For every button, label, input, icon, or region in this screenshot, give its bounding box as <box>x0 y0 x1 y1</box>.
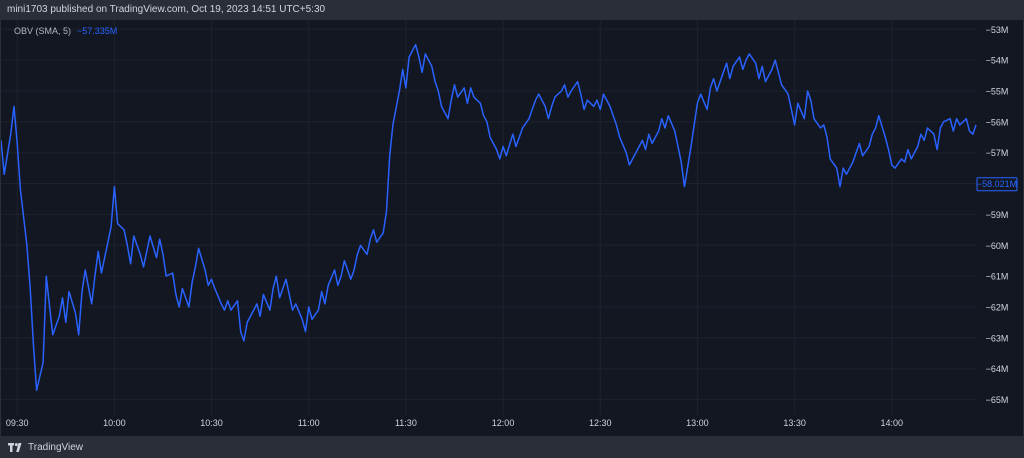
x-tick-label: 10:30 <box>200 418 223 428</box>
tradingview-logo-icon <box>8 442 22 452</box>
y-tick-label: −64M <box>986 364 1009 374</box>
x-tick-label: 14:00 <box>881 418 904 428</box>
y-tick-label: −56M <box>986 117 1009 127</box>
x-tick-label: 11:00 <box>298 418 320 428</box>
y-tick-label: −54M <box>986 56 1009 66</box>
indicator-label: OBV (SMA, 5) <box>14 26 72 36</box>
y-tick-label: −55M <box>986 86 1009 96</box>
x-tick-label: 12:30 <box>589 418 612 428</box>
obv-line <box>1 43 977 392</box>
x-tick-label: 11:30 <box>395 418 417 428</box>
y-tick-label: −60M <box>986 241 1009 251</box>
x-tick-label: 09:30 <box>6 418 29 428</box>
tradingview-logo[interactable]: TradingView <box>8 441 83 453</box>
indicator-legend[interactable]: OBV (SMA, 5) −57.335M <box>14 26 117 36</box>
y-tick-label: −59M <box>986 210 1009 220</box>
x-tick-label: 13:30 <box>783 418 806 428</box>
y-tick-label: −53M <box>986 25 1009 35</box>
y-tick-label: −62M <box>986 302 1009 312</box>
y-tick-label: −63M <box>986 333 1009 343</box>
y-tick-label: −61M <box>986 272 1009 282</box>
chart-panel[interactable]: −53M−54M−55M−56M−57M−58M−59M−60M−61M−62M… <box>1 20 1023 436</box>
x-tick-label: 10:00 <box>103 418 126 428</box>
x-tick-label: 12:00 <box>492 418 515 428</box>
last-value-label: −58.021M <box>977 179 1017 189</box>
footer-bar <box>0 436 1024 458</box>
indicator-value: −57.335M <box>77 26 118 36</box>
header-bar: mini1703 published on TradingView.com, O… <box>0 0 1024 20</box>
y-tick-label: −65M <box>986 395 1009 405</box>
tradingview-brand-label: TradingView <box>28 441 84 453</box>
obv-chart[interactable]: −53M−54M−55M−56M−57M−58M−59M−60M−61M−62M… <box>1 20 1023 436</box>
publisher-text: mini1703 published on TradingView.com, O… <box>7 4 326 15</box>
y-tick-label: −57M <box>986 148 1009 158</box>
x-tick-label: 13:00 <box>686 418 709 428</box>
